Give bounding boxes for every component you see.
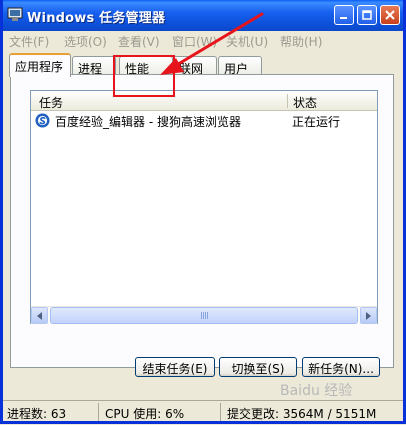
menu-view[interactable]: 查看(V) [118,33,160,50]
column-status[interactable]: 状态 [293,94,317,111]
task-row[interactable]: 百度经验_编辑器 - 搜狗高速浏览器 正在运行 [31,111,377,129]
tab-applications[interactable]: 应用程序 [9,53,71,77]
status-process-count: 进程数: 63 [7,407,67,421]
maximize-icon [362,10,372,20]
menu-bar: 文件(F) 选项(O) 查看(V) 窗口(W) 关机(U) 帮助(H) [3,31,403,51]
scroll-thumb[interactable] [50,307,358,324]
applications-panel: 任务 状态 百度经验_编辑器 - 搜狗高速浏览器 正在运行 结束任务(E) 切换… [10,74,394,377]
task-status: 正在运行 [292,115,341,129]
task-manager-icon [7,7,23,21]
column-divider[interactable] [287,94,288,108]
minimize-icon [340,17,347,19]
close-icon [385,10,395,20]
close-button[interactable] [380,5,400,25]
status-divider [220,403,221,422]
menu-options[interactable]: 选项(O) [64,33,107,50]
menu-window[interactable]: 窗口(W) [172,33,217,50]
sogou-browser-icon [35,113,50,128]
task-name: 百度经验_编辑器 - 搜狗高速浏览器 [55,115,241,129]
end-task-button[interactable]: 结束任务(E) [135,357,215,377]
menu-shutdown[interactable]: 关机(U) [226,33,268,50]
performance-tab-highlight [113,55,175,97]
tab-networking[interactable]: 联网 [173,56,217,76]
scroll-grip [200,312,208,319]
arrow-left-icon [37,311,42,320]
list-header: 任务 状态 [31,91,377,111]
switch-to-button[interactable]: 切换至(S) [219,357,297,377]
window-title: Windows 任务管理器 [27,11,166,26]
status-divider [98,403,99,422]
tab-processes[interactable]: 进程 [72,56,116,76]
status-cpu-usage: CPU 使用: 6% [105,407,185,421]
menu-help[interactable]: 帮助(H) [280,33,322,50]
title-bar[interactable]: Windows 任务管理器 [3,0,403,31]
horizontal-scrollbar[interactable] [31,306,377,324]
menu-file[interactable]: 文件(F) [9,33,49,50]
column-task[interactable]: 任务 [39,94,63,111]
status-commit-charge: 提交更改: 3564M / 5151M [227,407,377,421]
baidu-watermark: Baidu 经验 [280,383,353,399]
tab-strip: 应用程序 进程 性能 联网 用户 [3,52,403,77]
minimize-button[interactable] [334,5,354,25]
task-manager-window: Windows 任务管理器 文件(F) 选项(O) 查看(V) 窗口(W) 关机… [0,0,406,425]
arrow-right-icon [366,311,371,320]
tab-users[interactable]: 用户 [218,56,262,76]
new-task-button[interactable]: 新任务(N)... [302,357,380,377]
maximize-button[interactable] [357,5,377,25]
task-list[interactable]: 任务 状态 百度经验_编辑器 - 搜狗高速浏览器 正在运行 [30,90,378,324]
scroll-left-button[interactable] [31,307,48,324]
scroll-right-button[interactable] [360,307,377,324]
